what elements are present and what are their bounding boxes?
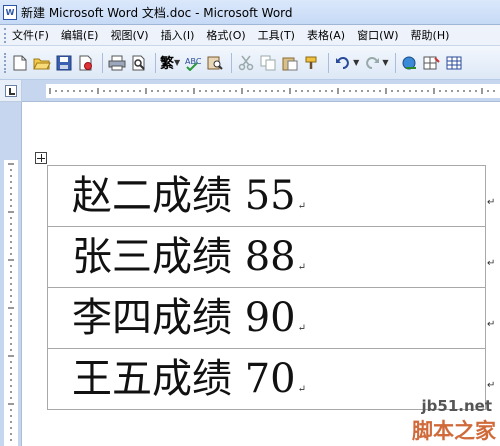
chevron-down-icon[interactable]: ▼ bbox=[174, 58, 180, 67]
print-preview-icon[interactable] bbox=[129, 53, 149, 73]
menu-table[interactable]: 表格(A) bbox=[307, 27, 345, 43]
standard-toolbar: 繁 ▼ ABC ▼ ▼ bbox=[0, 46, 500, 80]
table-cell[interactable]: 张三成绩 88 ↵ bbox=[47, 226, 486, 288]
toolbar-grip[interactable] bbox=[4, 52, 7, 73]
svg-text:ABC: ABC bbox=[185, 57, 202, 66]
open-folder-icon[interactable] bbox=[32, 53, 52, 73]
cell-end-mark: ↵ bbox=[297, 201, 307, 212]
word-doc-icon[interactable]: W bbox=[3, 4, 17, 20]
cell-end-mark: ↵ bbox=[297, 384, 307, 395]
site-watermark: jb51.net 脚本之家 bbox=[383, 382, 500, 446]
row-end-mark: ↵ bbox=[487, 258, 496, 269]
window-title: 新建 Microsoft Word 文档.doc - Microsoft Wor… bbox=[21, 5, 293, 20]
chevron-down-icon[interactable]: ▼ bbox=[353, 58, 359, 67]
cell-text: 王五成绩 70 bbox=[72, 356, 296, 402]
menu-insert[interactable]: 插入(I) bbox=[161, 27, 195, 43]
vruler-ticks bbox=[8, 163, 14, 441]
cell-end-mark: ↵ bbox=[297, 262, 307, 273]
menu-file[interactable]: 文件(F) bbox=[12, 27, 49, 43]
row-end-mark: ↵ bbox=[487, 197, 496, 208]
toolbar-separator bbox=[231, 52, 233, 73]
table-row: 李四成绩 90 ↵ bbox=[47, 287, 486, 349]
table-cell[interactable]: 李四成绩 90 ↵ bbox=[47, 287, 486, 349]
format-painter-icon[interactable] bbox=[302, 53, 322, 73]
title-bar: W 新建 Microsoft Word 文档.doc - Microsoft W… bbox=[0, 0, 500, 25]
score-table[interactable]: 赵二成绩 55 ↵ 张三成绩 88 ↵ 李四成绩 90 ↵ 王五成绩 70 ↵ bbox=[47, 165, 486, 410]
chevron-down-icon[interactable]: ▼ bbox=[382, 58, 388, 67]
table-cell[interactable]: 赵二成绩 55 ↵ bbox=[47, 165, 486, 227]
paste-icon[interactable] bbox=[280, 53, 300, 73]
permission-icon[interactable] bbox=[76, 53, 96, 73]
hyperlink-icon[interactable] bbox=[400, 53, 420, 73]
toolbar-separator bbox=[328, 52, 330, 73]
research-icon[interactable] bbox=[205, 53, 225, 73]
toolbar-separator bbox=[395, 52, 397, 73]
new-document-icon[interactable] bbox=[10, 53, 30, 73]
undo-icon[interactable] bbox=[333, 53, 353, 73]
cut-icon[interactable] bbox=[236, 53, 256, 73]
watermark-site: jb51.net bbox=[421, 397, 492, 415]
save-icon[interactable] bbox=[54, 53, 74, 73]
menu-bar: 文件(F) 编辑(E) 视图(V) 插入(I) 格式(O) 工具(T) 表格(A… bbox=[0, 25, 500, 46]
table-row: 张三成绩 88 ↵ bbox=[47, 226, 486, 288]
tab-selector[interactable] bbox=[0, 80, 22, 102]
tables-borders-icon[interactable] bbox=[422, 53, 442, 73]
menu-window[interactable]: 窗口(W) bbox=[357, 27, 398, 43]
row-end-mark: ↵ bbox=[487, 319, 496, 330]
copy-icon[interactable] bbox=[258, 53, 278, 73]
menu-help[interactable]: 帮助(H) bbox=[411, 27, 450, 43]
cell-text: 李四成绩 90 bbox=[72, 295, 296, 341]
print-icon[interactable] bbox=[107, 53, 127, 73]
traditional-chinese-button[interactable]: 繁 bbox=[160, 53, 174, 73]
cell-end-mark: ↵ bbox=[297, 323, 307, 334]
toolbar-separator bbox=[102, 52, 103, 73]
horizontal-ruler[interactable] bbox=[22, 80, 500, 102]
toolbar-separator bbox=[155, 52, 156, 73]
menu-tools[interactable]: 工具(T) bbox=[258, 27, 295, 43]
spelling-icon[interactable]: ABC bbox=[183, 53, 203, 73]
table-move-handle-icon[interactable] bbox=[35, 152, 47, 164]
vertical-ruler[interactable] bbox=[0, 102, 22, 446]
menu-view[interactable]: 视图(V) bbox=[110, 27, 148, 43]
ruler-ticks bbox=[49, 88, 495, 94]
menu-edit[interactable]: 编辑(E) bbox=[61, 27, 99, 43]
left-tab-icon bbox=[5, 85, 17, 97]
menu-bar-grip[interactable] bbox=[4, 27, 7, 43]
redo-icon[interactable] bbox=[362, 53, 382, 73]
insert-table-icon[interactable] bbox=[444, 53, 464, 73]
table-row: 赵二成绩 55 ↵ bbox=[47, 165, 486, 227]
cell-text: 赵二成绩 55 bbox=[72, 173, 296, 219]
watermark-name: 脚本之家 bbox=[412, 419, 496, 443]
cell-text: 张三成绩 88 bbox=[72, 234, 296, 280]
menu-format[interactable]: 格式(O) bbox=[206, 27, 245, 43]
